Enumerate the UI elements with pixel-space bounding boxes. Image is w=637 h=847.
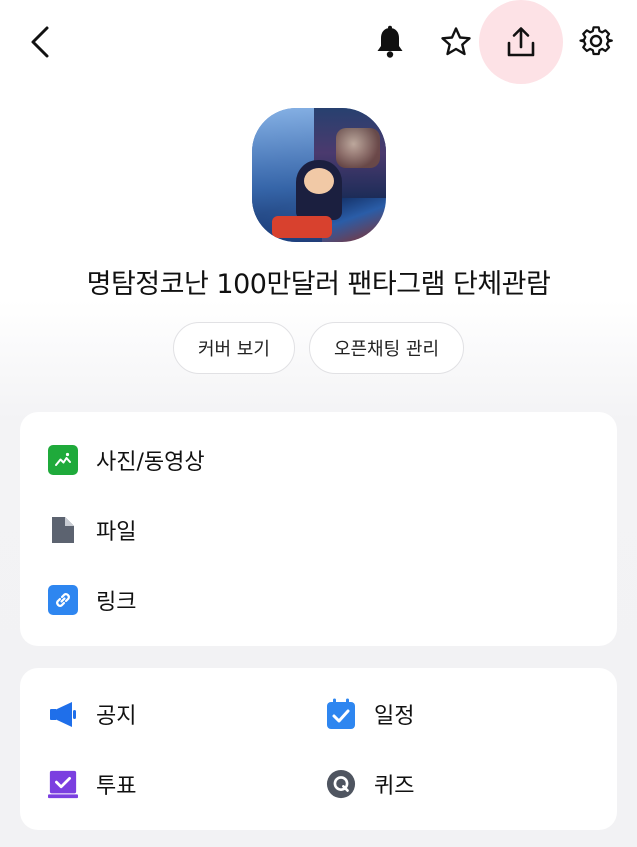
menu-item-photos-videos[interactable]: 사진/동영상 — [48, 444, 205, 476]
menu-item-label: 일정 — [374, 704, 415, 729]
settings-button[interactable] — [573, 19, 619, 65]
menu-item-schedule[interactable]: 일정 — [326, 698, 414, 730]
menu-item-vote[interactable]: 투표 — [48, 768, 136, 800]
manage-open-chat-button[interactable]: 오픈채팅 관리 — [308, 322, 465, 374]
header-actions — [347, 0, 619, 84]
chat-cover-image[interactable] — [252, 108, 386, 242]
menu-item-files[interactable]: 파일 — [48, 514, 136, 546]
calendar-icon — [327, 698, 355, 729]
chevron-left-icon — [31, 26, 49, 58]
chat-title: 명탐정코난 100만달러 팬타그램 단체관람 — [86, 269, 551, 300]
bell-icon — [377, 25, 403, 58]
notification-button[interactable] — [367, 19, 413, 65]
back-button[interactable] — [20, 20, 60, 64]
view-cover-button[interactable]: 커버 보기 — [172, 322, 295, 374]
menu-item-label: 파일 — [96, 520, 137, 545]
favorite-button[interactable] — [433, 19, 479, 65]
vote-icon — [48, 770, 78, 799]
share-icon — [507, 27, 535, 57]
media-menu-card: 사진/동영상 파일 링크 — [20, 412, 617, 646]
megaphone-icon — [50, 702, 76, 727]
menu-item-label: 투표 — [96, 774, 137, 799]
tools-menu-card: 공지 일정 투표 퀴즈 — [20, 668, 617, 830]
photo-icon — [48, 445, 78, 475]
menu-item-label: 공지 — [96, 704, 137, 729]
menu-item-label: 사진/동영상 — [96, 450, 205, 475]
top-bar — [0, 0, 637, 84]
link-icon — [48, 585, 78, 615]
cover-actions: 커버 보기 오픈채팅 관리 — [0, 322, 637, 374]
star-icon — [441, 27, 471, 56]
file-icon — [52, 517, 74, 543]
gear-icon — [579, 26, 613, 56]
quiz-icon — [326, 769, 356, 799]
menu-item-notice[interactable]: 공지 — [48, 698, 136, 730]
menu-item-label: 링크 — [96, 590, 137, 615]
menu-item-quiz[interactable]: 퀴즈 — [326, 768, 414, 800]
menu-item-links[interactable]: 링크 — [48, 584, 136, 616]
share-button[interactable] — [479, 0, 563, 84]
menu-item-label: 퀴즈 — [374, 774, 415, 799]
